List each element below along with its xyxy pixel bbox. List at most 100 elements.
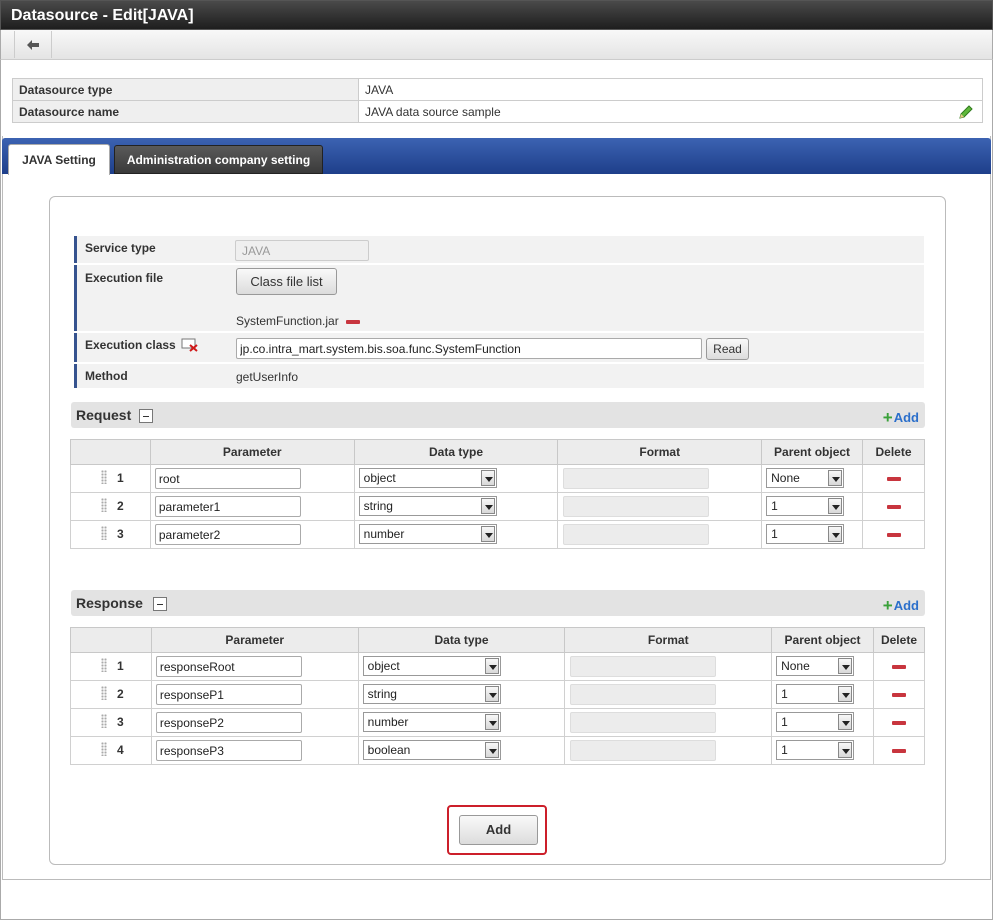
parameter-header: Parameter (150, 627, 359, 653)
data-type-value: number (367, 715, 409, 729)
tab-java-setting[interactable]: JAVA Setting (8, 144, 110, 175)
format-input (570, 656, 717, 677)
delete-row-icon[interactable] (891, 665, 906, 669)
add-button[interactable]: Add (459, 815, 538, 845)
data-type-value: number (363, 527, 405, 541)
parent-object-value: 1 (771, 527, 778, 541)
parameter-input[interactable] (154, 468, 301, 489)
response-collapse-icon[interactable] (153, 597, 167, 611)
read-button[interactable]: Read (706, 338, 749, 360)
data-type-value: string (363, 499, 393, 513)
parameter-input[interactable] (155, 656, 302, 677)
table-row: 1 object None (70, 652, 926, 681)
parent-object-value: 1 (781, 687, 788, 701)
parameter-input[interactable] (155, 712, 302, 733)
data-type-select[interactable]: boolean (362, 740, 501, 760)
execution-class-input[interactable] (236, 338, 702, 359)
method-row: Method getUserInfo (74, 364, 924, 389)
tab-administration-company-setting[interactable]: Administration company setting (114, 145, 323, 174)
drag-handle-icon[interactable] (101, 714, 107, 728)
drag-handle-icon[interactable] (101, 526, 107, 540)
data-type-select[interactable]: number (362, 712, 501, 732)
execution-file-row: Execution file Class file list SystemFun… (74, 265, 924, 332)
parent-object-header: Parent object (761, 439, 863, 465)
dropdown-arrow-icon (838, 742, 853, 758)
format-input (570, 684, 717, 705)
parameter-input[interactable] (155, 684, 302, 705)
method-label: Method (74, 364, 230, 388)
parent-object-select[interactable]: None (766, 468, 845, 488)
parent-object-select[interactable]: 1 (766, 496, 845, 516)
data-type-value: object (367, 659, 400, 673)
response-section-header: Response +Add (71, 590, 925, 616)
back-button[interactable] (14, 31, 52, 58)
data-type-select[interactable]: string (358, 496, 497, 516)
data-type-header: Data type (353, 439, 559, 465)
format-input (563, 524, 710, 545)
execution-file-label: Execution file (74, 265, 230, 331)
drag-handle-icon[interactable] (101, 498, 107, 512)
tab-bar: JAVA Setting Administration company sett… (2, 138, 991, 175)
data-type-select[interactable]: object (362, 656, 501, 676)
remove-file-icon[interactable] (346, 319, 361, 324)
format-input (563, 496, 710, 517)
service-type-row: Service type JAVA (74, 236, 924, 264)
table-row: 1 object None (70, 464, 925, 493)
delete-row-icon[interactable] (886, 533, 901, 537)
delete-row-icon[interactable] (891, 749, 906, 753)
clear-class-icon[interactable] (181, 338, 199, 352)
dropdown-arrow-icon (480, 498, 495, 514)
drag-handle-icon[interactable] (101, 470, 107, 484)
format-header: Format (557, 439, 763, 465)
parent-object-value: None (771, 471, 800, 485)
datasource-info-table: Datasource type JAVA Datasource name JAV… (12, 78, 983, 123)
window-title: Datasource - Edit[JAVA] (0, 0, 993, 30)
plus-icon: + (882, 596, 893, 615)
parameter-input[interactable] (155, 740, 302, 761)
drag-handle-icon[interactable] (101, 742, 107, 756)
response-add-link[interactable]: +Add (883, 595, 919, 615)
row-number: 3 (117, 715, 124, 729)
data-type-select[interactable]: number (358, 524, 497, 544)
pencil-edit-icon[interactable] (958, 104, 974, 120)
data-type-select[interactable]: object (358, 468, 497, 488)
parent-object-select[interactable]: 1 (776, 712, 855, 732)
delete-row-icon[interactable] (891, 721, 906, 725)
row-number: 1 (117, 471, 124, 485)
service-type-field: JAVA (235, 240, 369, 261)
class-file-list-button[interactable]: Class file list (236, 268, 337, 295)
dropdown-arrow-icon (828, 498, 843, 514)
datasource-type-label: Datasource type (12, 78, 359, 101)
delete-row-icon[interactable] (891, 693, 906, 697)
drag-handle-icon[interactable] (101, 658, 107, 672)
parent-object-select[interactable]: 1 (776, 684, 855, 704)
request-add-link[interactable]: +Add (883, 407, 919, 427)
row-number: 2 (117, 499, 124, 513)
parameter-input[interactable] (154, 496, 301, 517)
parameter-input[interactable] (154, 524, 301, 545)
service-type-label: Service type (74, 236, 230, 263)
parent-object-select[interactable]: 1 (776, 740, 855, 760)
request-add-label: Add (893, 410, 919, 425)
parent-object-select[interactable]: 1 (766, 524, 845, 544)
request-collapse-icon[interactable] (139, 409, 153, 423)
table-header-row: Parameter Data type Format Parent object… (70, 439, 925, 465)
dropdown-arrow-icon (828, 470, 843, 486)
method-value: getUserInfo (236, 370, 299, 384)
delete-row-icon[interactable] (886, 477, 901, 481)
parent-object-select[interactable]: None (776, 656, 855, 676)
delete-row-icon[interactable] (886, 505, 901, 509)
format-input (570, 740, 717, 761)
data-type-select[interactable]: string (362, 684, 501, 704)
dropdown-arrow-icon (484, 742, 499, 758)
info-row: Datasource type JAVA (12, 78, 983, 101)
format-input (570, 712, 717, 733)
response-title: Response (76, 595, 143, 611)
parent-object-value: 1 (771, 499, 778, 513)
datasource-name-cell: JAVA data source sample (358, 100, 983, 123)
drag-handle-icon[interactable] (101, 686, 107, 700)
parent-object-value: 1 (781, 715, 788, 729)
dropdown-arrow-icon (480, 470, 495, 486)
toolbar (0, 30, 993, 60)
info-row: Datasource name JAVA data source sample (12, 100, 983, 123)
